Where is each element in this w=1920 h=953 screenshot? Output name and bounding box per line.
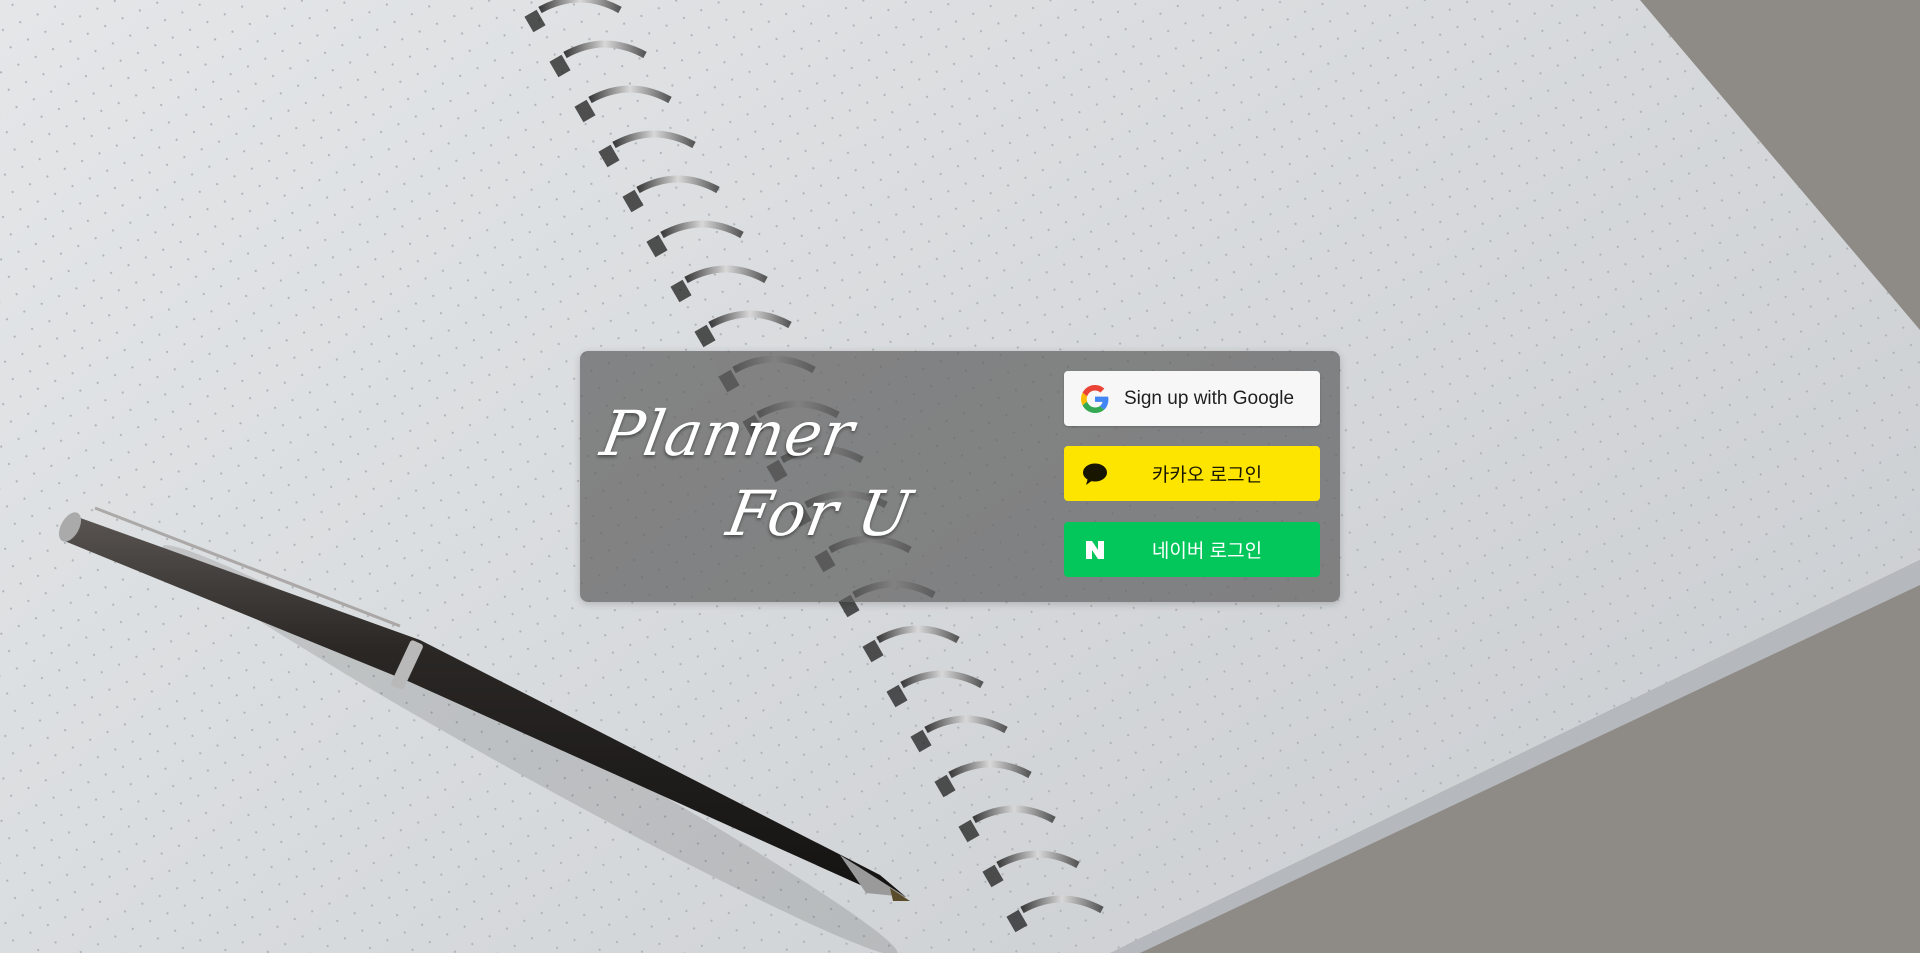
google-signup-button[interactable]: Sign up with Google <box>1064 371 1320 426</box>
logo-line-planner: Planner <box>595 397 861 470</box>
naver-login-label: 네이버 로그인 <box>1151 541 1263 562</box>
app-logo: Planner For U <box>595 381 958 571</box>
kakao-login-label: 카카오 로그인 <box>1151 465 1263 486</box>
google-signup-label: Sign up with Google <box>1123 387 1295 409</box>
kakao-login-button[interactable]: 카카오 로그인 <box>1064 446 1320 501</box>
naver-login-button[interactable]: 네이버 로그인 <box>1064 522 1320 577</box>
logo-line-for-u: For U <box>721 477 918 550</box>
login-card: Planner For U Sign up with Google 카카오 로그… <box>580 351 1340 602</box>
